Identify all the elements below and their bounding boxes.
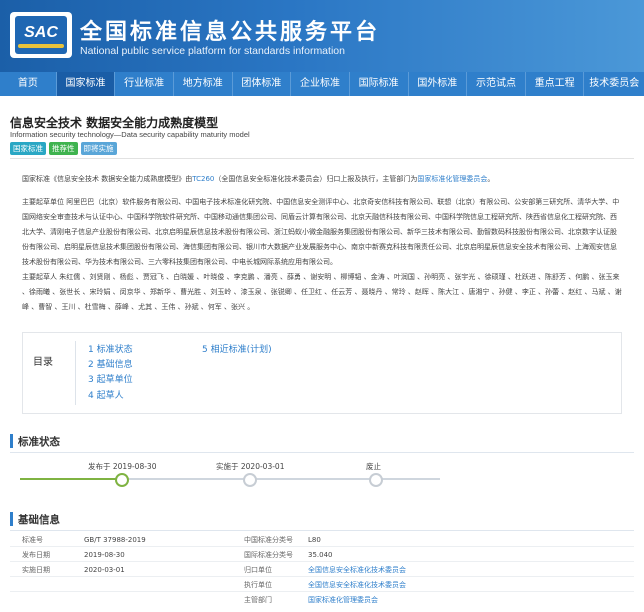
basic-key-implement-date: 实施日期	[22, 566, 50, 574]
timeline-dot-abolished	[369, 473, 383, 487]
toc-label: 起草人	[96, 391, 124, 401]
toc-num: 4	[88, 391, 94, 401]
nav-item-home[interactable]: 首页	[0, 72, 57, 96]
toc-label: 起草单位	[96, 375, 133, 385]
timeline-label-implemented: 实施于 2020-03-01	[216, 462, 285, 471]
section-accent	[10, 512, 13, 526]
nav-item-foreign[interactable]: 国外标准	[409, 72, 468, 96]
main-nav: 首页 国家标准 行业标准 地方标准 团体标准 企业标准 国际标准 国外标准 示范…	[0, 72, 644, 96]
logo-text: SAC	[24, 24, 58, 41]
standard-intro: 国家标准《信息安全技术 数据安全能力成熟度模型》由TC260（全国信息安全标准化…	[22, 172, 622, 187]
basic-key-publish-date: 发布日期	[22, 551, 50, 559]
badge-national: 国家标准	[10, 142, 46, 155]
toc-item-status[interactable]: 1 标准状态	[88, 342, 133, 355]
basic-key-ccs: 中国标准分类号	[244, 536, 293, 544]
toc-item-basic[interactable]: 2 基础信息	[88, 357, 133, 370]
status-section-header: 标准状态	[10, 432, 634, 453]
intro-prefix: 国家标准《信息安全技术 数据安全能力成熟度模型》由	[22, 175, 193, 183]
nav-item-industry[interactable]: 行业标准	[115, 72, 174, 96]
intro-suffix: 。	[487, 175, 495, 183]
basic-value-responsible-unit[interactable]: 全国信息安全标准化技术委员会	[308, 564, 406, 576]
row-divider	[10, 546, 634, 547]
basic-key-responsible-unit: 归口单位	[244, 566, 272, 574]
basic-key-ics: 国际标准分类号	[244, 551, 293, 559]
nav-item-national[interactable]: 国家标准	[56, 72, 116, 96]
toc-num: 1	[88, 345, 94, 355]
basic-key-standard-no: 标准号	[22, 536, 43, 544]
basic-value-ics: 35.040	[308, 551, 333, 559]
basic-value-standard-no: GB/T 37988-2019	[84, 536, 146, 544]
basic-value-publish-date: 2019-08-30	[84, 551, 125, 559]
nav-item-enterprise[interactable]: 企业标准	[291, 72, 350, 96]
basic-section-header: 基础信息	[10, 510, 634, 531]
toc-item-related[interactable]: 5 相近标准(计划)	[202, 342, 272, 355]
nav-item-pilot[interactable]: 示范试点	[467, 72, 526, 96]
dept-link[interactable]: 国家标准化管理委员会	[417, 175, 487, 183]
toc-num: 2	[88, 360, 94, 370]
standard-title: 信息安全技术 数据安全能力成熟度模型	[10, 116, 219, 130]
drafting-units-text: 主要起草单位 阿里巴巴（北京）软件服务有限公司、中国电子技术标准化研究院、中国信…	[22, 198, 620, 266]
nav-item-international[interactable]: 国际标准	[350, 72, 409, 96]
nav-item-group[interactable]: 团体标准	[233, 72, 292, 96]
section-title: 基础信息	[18, 514, 60, 526]
basic-value-competent-dept[interactable]: 国家标准化管理委员会	[308, 594, 378, 606]
nav-item-key-projects[interactable]: 重点工程	[526, 72, 585, 96]
toc-divider	[75, 341, 76, 405]
nav-item-tech-committee[interactable]: 技术委员会	[584, 72, 644, 96]
toc-label: 基础信息	[96, 360, 133, 370]
basic-value-ccs: L80	[308, 536, 321, 544]
toc-label: 目录	[33, 357, 53, 368]
toc-num: 5	[202, 345, 208, 355]
toc-label: 相近标准(计划)	[210, 345, 272, 355]
standard-title-en: Information security technology—Data sec…	[10, 130, 250, 139]
row-divider	[10, 576, 634, 577]
standard-badges: 国家标准 推荐性 即将实施	[10, 142, 117, 155]
row-divider	[10, 561, 634, 562]
timeline-dot-published	[115, 473, 129, 487]
toc-label: 标准状态	[96, 345, 133, 355]
badge-recommended: 推荐性	[49, 142, 78, 155]
site-subtitle: National public service platform for sta…	[80, 45, 345, 57]
badge-upcoming: 即将实施	[80, 142, 117, 155]
drafters-text: 主要起草人 朱红儒 、刘贤刚 、杨彪 、贾冠飞 、白晓媛 、叶晓俊 、李克鹏 、…	[22, 273, 622, 311]
title-divider	[10, 158, 634, 159]
section-accent	[10, 434, 13, 448]
logo-swoosh	[18, 44, 64, 48]
basic-key-executing-unit: 执行单位	[244, 581, 272, 589]
basic-value-implement-date: 2020-03-01	[84, 566, 125, 574]
toc-item-units[interactable]: 3 起草单位	[88, 372, 133, 385]
basic-value-executing-unit[interactable]: 全国信息安全标准化技术委员会	[308, 579, 406, 591]
site-title: 全国标准信息公共服务平台	[80, 20, 381, 45]
nav-item-local[interactable]: 地方标准	[174, 72, 233, 96]
intro-mid: （全国信息安全标准化技术委员会）归口上报及执行，主管部门为	[214, 175, 418, 183]
row-divider	[10, 591, 634, 592]
tc-link[interactable]: TC260	[192, 175, 214, 183]
timeline-progress	[20, 478, 120, 480]
toc-item-drafters[interactable]: 4 起草人	[88, 388, 124, 401]
sac-logo[interactable]: SAC	[10, 12, 72, 58]
timeline-label-abolished: 废止	[366, 462, 381, 471]
basic-key-competent-dept: 主管部门	[244, 596, 272, 604]
timeline-label-published: 发布于 2019-08-30	[88, 462, 157, 471]
timeline-dot-implemented	[243, 473, 257, 487]
site-header: SAC 全国标准信息公共服务平台 National public service…	[0, 0, 644, 72]
section-title: 标准状态	[18, 436, 60, 448]
toc-num: 3	[88, 375, 94, 385]
